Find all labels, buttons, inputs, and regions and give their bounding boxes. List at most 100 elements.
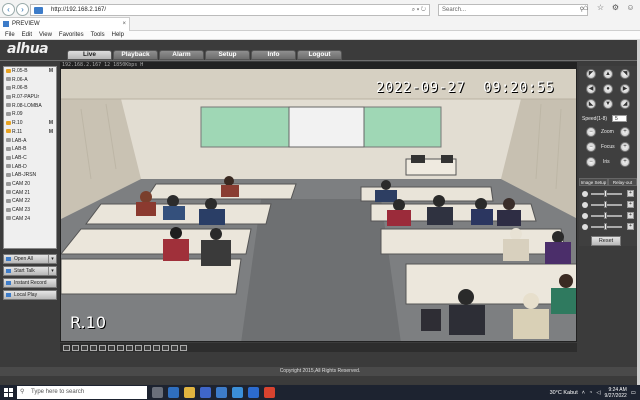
focus-far-button[interactable]: + (620, 142, 630, 152)
favorites-star-icon[interactable]: ☆ (596, 3, 605, 12)
chrome-icon[interactable] (264, 387, 275, 398)
ptz-center-button[interactable]: ● (603, 84, 613, 94)
record-icon[interactable] (171, 344, 178, 351)
menu-view[interactable]: View (39, 31, 52, 39)
weather-text[interactable]: 30°C Kabut (550, 390, 578, 396)
instant-record-button[interactable]: Instant Record (3, 278, 57, 288)
chevron-down-icon[interactable]: ▾ (48, 267, 56, 275)
saturation-slider[interactable]: + (582, 212, 634, 220)
ptz-down-button[interactable]: ▼ (603, 99, 613, 109)
camera-item[interactable]: LAB-JRSN (4, 171, 56, 180)
ptz-up-left-button[interactable]: ◤ (586, 69, 596, 79)
tab-live[interactable]: Live (67, 50, 112, 60)
camera-item[interactable]: CAM 22 (4, 197, 56, 206)
layout-9-icon[interactable] (108, 344, 115, 351)
camera-item[interactable]: R.07-PAPUr (4, 93, 56, 102)
file-explorer-icon[interactable] (184, 387, 195, 398)
forward-button[interactable]: › (16, 3, 29, 16)
gear-icon[interactable]: ⚙ (611, 3, 620, 12)
layout-20-icon[interactable] (135, 344, 142, 351)
ptz-right-button[interactable]: ▶ (620, 84, 630, 94)
close-tab-icon[interactable]: × (122, 18, 126, 30)
layout-13-icon[interactable] (117, 344, 124, 351)
camera-item[interactable]: R.10 M (4, 119, 56, 128)
address-bar[interactable]: http://192.168.2.167/ ⌕ ▾ ↻ (30, 4, 430, 16)
brightness-plus-icon[interactable]: + (627, 190, 634, 197)
ptz-left-button[interactable]: ◀ (586, 84, 596, 94)
tab-info[interactable]: Info (251, 50, 296, 60)
menu-edit[interactable]: Edit (22, 31, 32, 39)
camera-item[interactable]: R.06-A (4, 76, 56, 85)
slider-knob[interactable] (604, 223, 607, 230)
hue-plus-icon[interactable]: + (627, 223, 634, 230)
camera-item[interactable]: R.08-LOMBA (4, 102, 56, 111)
network-icon[interactable]: ◔ (589, 390, 592, 396)
brightness-slider[interactable]: + (582, 190, 634, 198)
camera-item[interactable]: R.11 M (4, 128, 56, 137)
iris-close-button[interactable]: − (586, 157, 596, 167)
ptz-down-left-button[interactable]: ◣ (586, 99, 596, 109)
clock[interactable]: 9:24 AM 9/27/2022 (605, 387, 627, 399)
saturation-plus-icon[interactable]: + (627, 212, 634, 219)
chevron-down-icon[interactable]: ▾ (48, 255, 56, 263)
focus-near-button[interactable]: − (586, 142, 596, 152)
layout-1-icon[interactable] (63, 344, 70, 351)
zoom-in-button[interactable]: + (620, 127, 630, 137)
teamviewer-icon[interactable] (232, 387, 243, 398)
fullscreen-icon[interactable] (81, 344, 88, 351)
tab-image-setup[interactable]: Image Setup (579, 178, 608, 186)
tab-setup[interactable]: Setup (205, 50, 250, 60)
layout-36-icon[interactable] (153, 344, 160, 351)
contrast-slider[interactable]: + (582, 201, 634, 209)
menu-file[interactable]: File (5, 31, 15, 39)
camera-item[interactable]: R.06-B (4, 84, 56, 93)
layout-8-icon[interactable] (99, 344, 106, 351)
task-view-icon[interactable] (152, 387, 163, 398)
slider-knob[interactable] (604, 190, 607, 197)
zoom-icon[interactable] (248, 387, 259, 398)
slider-knob[interactable] (604, 201, 607, 208)
open-all-button[interactable]: Open All ▾ (3, 254, 57, 264)
store-icon[interactable] (200, 387, 211, 398)
local-play-button[interactable]: Local Play (3, 290, 57, 300)
windows-start-icon[interactable] (4, 388, 13, 397)
edge-icon[interactable] (168, 387, 179, 398)
contrast-plus-icon[interactable]: + (627, 201, 634, 208)
tray-arrow-icon[interactable]: ˄ (582, 390, 585, 396)
slider-knob[interactable] (604, 212, 607, 219)
browser-tab[interactable]: PREVIEW × (0, 17, 130, 31)
speed-select[interactable]: 5 (612, 115, 627, 122)
snapshot-icon[interactable] (162, 344, 169, 351)
refresh-icon[interactable]: ⌕ ▾ ↻ (412, 5, 426, 15)
camera-item[interactable]: CAM 20 (4, 180, 56, 189)
home-icon[interactable]: ⌂ (581, 3, 590, 12)
camera-item[interactable]: LAB-B (4, 145, 56, 154)
start-talk-button[interactable]: Start Talk ▾ (3, 266, 57, 276)
layout-6-icon[interactable] (90, 344, 97, 351)
notification-icon[interactable]: ▭ (631, 390, 636, 396)
volume-icon[interactable] (180, 344, 187, 351)
hue-slider[interactable]: + (582, 223, 634, 231)
back-button[interactable]: ‹ (2, 3, 15, 16)
camera-item[interactable]: LAB-C (4, 154, 56, 163)
tab-logout[interactable]: Logout (297, 50, 342, 60)
ptz-up-button[interactable]: ▲ (603, 69, 613, 79)
tab-relay-out[interactable]: Relay-out (608, 178, 637, 186)
live-video[interactable]: 2022-09-27 09:20:55 R.10 (60, 68, 577, 342)
iris-open-button[interactable]: + (620, 157, 630, 167)
menu-favorites[interactable]: Favorites (59, 31, 84, 39)
menu-help[interactable]: Help (112, 31, 124, 39)
tab-playback[interactable]: Playback (113, 50, 158, 60)
layout-25-icon[interactable] (144, 344, 151, 351)
smiley-icon[interactable]: ☺ (626, 3, 635, 12)
volume-icon[interactable]: ◁ (596, 390, 600, 396)
ie-icon[interactable] (216, 387, 227, 398)
camera-item[interactable]: CAM 21 (4, 189, 56, 198)
tab-alarm[interactable]: Alarm (159, 50, 204, 60)
camera-item[interactable]: R.05-B M (4, 67, 56, 76)
camera-item[interactable]: CAM 23 (4, 206, 56, 215)
browser-search-input[interactable]: Search... ⚲ (438, 4, 588, 16)
camera-item[interactable]: CAM 24 (4, 215, 56, 224)
camera-item[interactable]: LAB-D (4, 163, 56, 172)
taskbar-search-input[interactable]: ⚲ Type here to search (17, 386, 147, 399)
